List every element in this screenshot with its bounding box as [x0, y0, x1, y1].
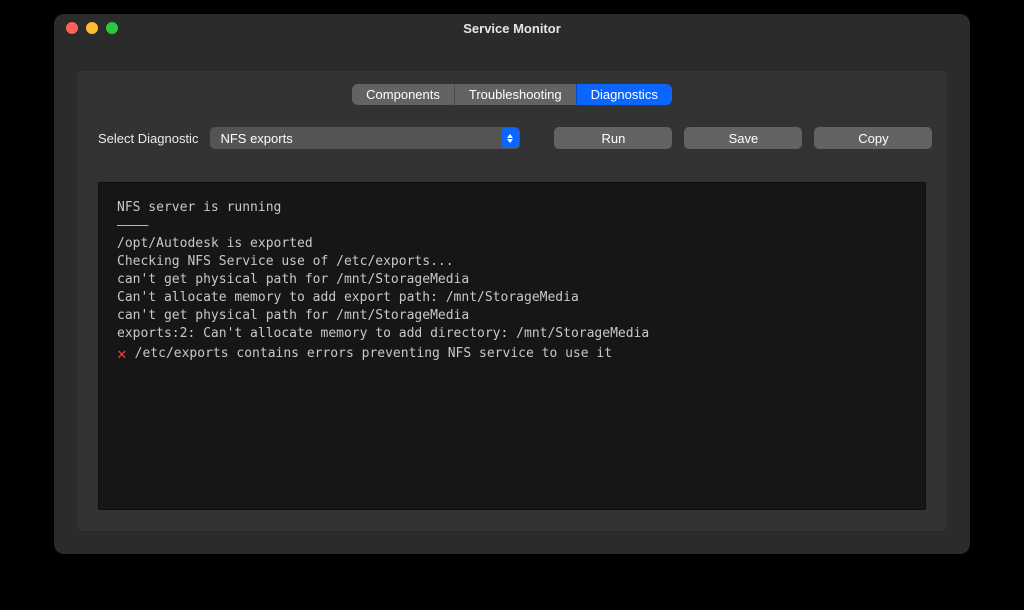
save-button[interactable]: Save: [684, 127, 802, 149]
tab-troubleshooting[interactable]: Troubleshooting: [454, 84, 576, 105]
console-output[interactable]: NFS server is running————/opt/Autodesk i…: [98, 182, 926, 510]
console-line: ————: [117, 217, 907, 235]
select-diagnostic-label: Select Diagnostic: [98, 131, 198, 146]
console-line: exports:2: Can't allocate memory to add …: [117, 325, 907, 343]
console-error-text: /etc/exports contains errors preventing …: [135, 345, 612, 363]
controls-row: Select Diagnostic NFS exports Run Save C…: [98, 127, 926, 149]
content-panel: Components Troubleshooting Diagnostics S…: [76, 70, 948, 532]
window-title: Service Monitor: [54, 21, 970, 36]
chevron-updown-icon: [501, 128, 519, 148]
console-line: can't get physical path for /mnt/Storage…: [117, 271, 907, 289]
titlebar[interactable]: Service Monitor: [54, 14, 970, 42]
console-line: NFS server is running: [117, 199, 907, 217]
console-error-line: ✕ /etc/exports contains errors preventin…: [117, 345, 907, 363]
minimize-icon[interactable]: [86, 22, 98, 34]
segmented-control: Components Troubleshooting Diagnostics: [352, 84, 672, 105]
console-line: can't get physical path for /mnt/Storage…: [117, 307, 907, 325]
console-line: Checking NFS Service use of /etc/exports…: [117, 253, 907, 271]
tab-components[interactable]: Components: [352, 84, 454, 105]
console-line: /opt/Autodesk is exported: [117, 235, 907, 253]
traffic-lights: [66, 22, 118, 34]
error-icon: ✕: [117, 347, 127, 361]
console-line: Can't allocate memory to add export path…: [117, 289, 907, 307]
close-icon[interactable]: [66, 22, 78, 34]
zoom-icon[interactable]: [106, 22, 118, 34]
diagnostic-select[interactable]: NFS exports: [210, 127, 520, 149]
app-window: Service Monitor Components Troubleshooti…: [54, 14, 970, 554]
tab-diagnostics[interactable]: Diagnostics: [576, 84, 672, 105]
tab-bar: Components Troubleshooting Diagnostics: [76, 84, 948, 105]
copy-button[interactable]: Copy: [814, 127, 932, 149]
run-button[interactable]: Run: [554, 127, 672, 149]
diagnostic-select-value: NFS exports: [220, 131, 292, 146]
